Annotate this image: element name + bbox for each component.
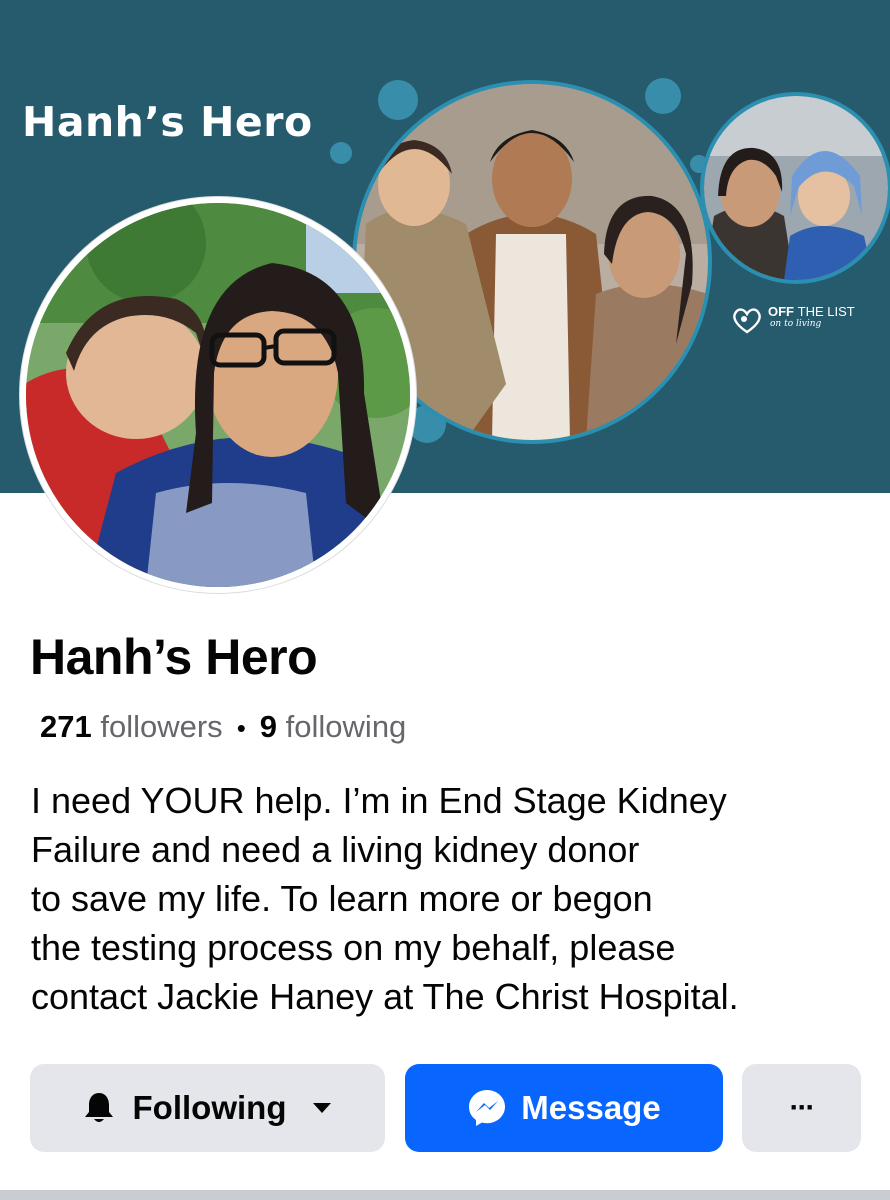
cover-title: Hanh’s Hero: [22, 98, 313, 146]
following-count: 9: [259, 709, 278, 744]
message-button-label: Message: [521, 1089, 661, 1126]
bio-line: Failure and need a living kidney donor: [31, 829, 640, 870]
bio-line: to save my life. To learn more or begon: [31, 878, 653, 919]
profile-avatar[interactable]: [20, 197, 416, 593]
following-link[interactable]: 9 following: [260, 709, 407, 744]
section-divider: [0, 1190, 890, 1200]
follow-stats: 271 followers • 9 following: [40, 709, 406, 745]
heart-logo-icon: [733, 308, 761, 334]
followers-link[interactable]: 271 followers: [40, 709, 223, 744]
logo-tagline: on to living: [770, 319, 822, 329]
more-options-button[interactable]: ···: [742, 1064, 861, 1152]
page-title: Hanh’s Hero: [30, 629, 318, 685]
decorative-bubble: [645, 78, 681, 114]
following-label: following: [285, 709, 407, 744]
caret-down-icon: [313, 1103, 332, 1113]
followers-label: followers: [100, 709, 223, 744]
messenger-icon: [469, 1090, 506, 1126]
cover-selfie-photo: [700, 92, 890, 284]
bio-line: I need YOUR help. I’m in End Stage Kidne…: [31, 780, 727, 821]
following-button[interactable]: Following: [30, 1064, 385, 1152]
decorative-bubble: [330, 142, 352, 164]
bell-icon: [84, 1093, 113, 1122]
bio-line: contact Jackie Haney at The Christ Hospi…: [31, 976, 739, 1017]
following-button-label: Following: [132, 1089, 287, 1126]
logo-text-light: THE LIST: [797, 304, 855, 319]
more-options-icon: ···: [789, 1091, 816, 1124]
message-button[interactable]: Message: [405, 1064, 723, 1152]
followers-count: 271: [40, 709, 92, 744]
logo-text-bold: OFF: [768, 304, 794, 319]
bio-line: the testing process on my behalf, please: [31, 927, 676, 968]
page-bio: I need YOUR help. I’m in End Stage Kidne…: [31, 776, 881, 1021]
stats-separator: •: [236, 713, 246, 743]
off-the-list-logo: OFF THE LIST on to living: [730, 305, 855, 335]
decorative-bubble: [378, 80, 418, 120]
